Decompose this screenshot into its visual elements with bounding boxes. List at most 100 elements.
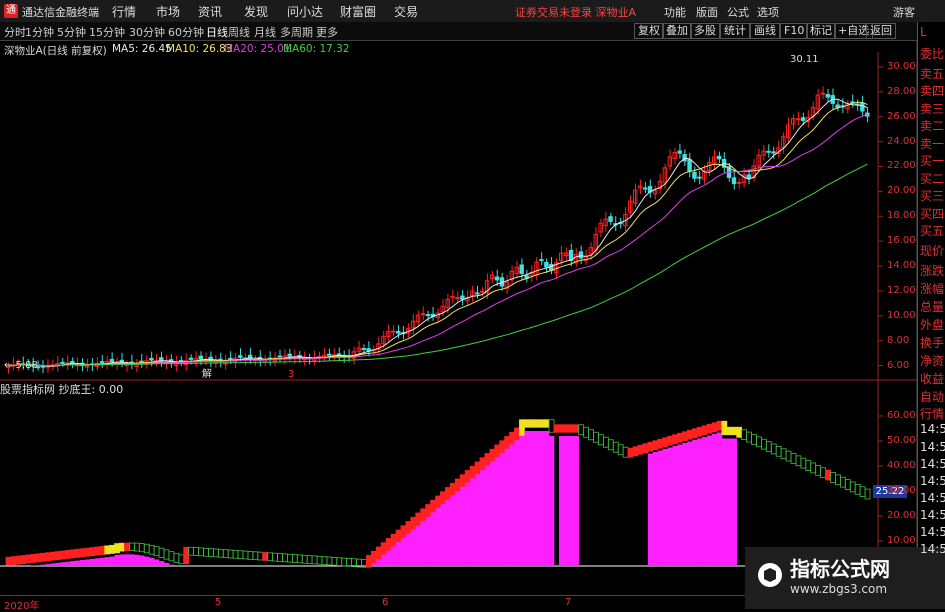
indicator-up-block — [416, 513, 421, 525]
indicator-fill — [100, 558, 105, 566]
quote-item: 外盘 — [920, 316, 945, 333]
right-menu-item[interactable]: 选项 — [757, 4, 779, 20]
quote-item: 买一 — [920, 152, 945, 169]
chart-marker: 3 — [288, 369, 294, 380]
toolbar-button[interactable]: 叠加 — [662, 23, 692, 39]
indicator-up-block — [85, 548, 90, 556]
indicator-up-block — [60, 551, 65, 559]
indicator-fill — [80, 560, 85, 566]
period-tab[interactable]: 日线 — [206, 24, 228, 40]
menu-item[interactable]: 问小达 — [287, 3, 323, 20]
indicator-fill — [544, 431, 549, 566]
indicator-down-block — [164, 550, 169, 559]
quote-item: 涨跌 — [920, 262, 945, 279]
indicator-up-block — [120, 543, 125, 551]
indicator-up-block — [440, 492, 445, 504]
indicator-fill — [682, 443, 687, 566]
indicator-down-block — [737, 427, 742, 437]
indicator-up-block — [697, 427, 702, 436]
candle-down — [767, 151, 770, 152]
toolbar-button[interactable]: 统计 — [720, 23, 750, 39]
indicator-fill — [539, 431, 544, 566]
indicator-down-block — [317, 556, 322, 564]
ma-line-60 — [9, 164, 868, 366]
period-tab[interactable]: 周线 — [228, 24, 250, 40]
indicator-fill — [702, 437, 707, 566]
period-tab[interactable]: 15分钟 — [89, 24, 125, 40]
indicator-down-block — [282, 554, 287, 562]
indicator-up-block — [455, 479, 460, 491]
indicator-fill — [470, 478, 475, 567]
indicator-up-block — [564, 425, 569, 433]
period-tab[interactable]: 月线 — [254, 24, 276, 40]
toolbar-button[interactable]: 画线 — [750, 23, 780, 39]
indicator-up-block — [732, 427, 737, 435]
indicator-fill — [668, 448, 673, 567]
indicator-down-block — [208, 549, 213, 557]
quote-item: 买三 — [920, 187, 945, 204]
indicator-up-block — [544, 420, 549, 428]
indicator-down-block — [821, 468, 826, 478]
quote-time-item: 14:50 — [920, 508, 945, 522]
period-tab[interactable]: 分时 — [4, 24, 26, 40]
candle-up — [456, 298, 459, 299]
indicator-up-block — [677, 433, 682, 442]
indicator-up-block — [648, 442, 653, 451]
period-tab[interactable]: 更多 — [316, 24, 338, 40]
period-tab[interactable]: 多周期 — [280, 24, 313, 40]
toolbar-button[interactable]: F10 — [780, 23, 808, 39]
indicator-up-block — [500, 441, 505, 453]
menu-item[interactable]: 财富圈 — [340, 3, 376, 20]
indicator-fill — [465, 482, 470, 566]
toolbar-button[interactable]: 返回 — [866, 23, 896, 39]
indicator-down-block — [292, 555, 297, 563]
indicator-up-block — [515, 428, 520, 440]
indicator-down-block — [134, 543, 139, 551]
period-tab[interactable]: 30分钟 — [129, 24, 165, 40]
toolbar-button[interactable]: 标记 — [806, 23, 836, 39]
indicator-fill — [406, 533, 411, 566]
indicator-up-block — [633, 447, 638, 456]
quote-item: 换手 — [920, 334, 945, 351]
indicator-fill — [445, 499, 450, 566]
indicator-up-block — [569, 425, 574, 433]
candle-down — [100, 362, 103, 363]
menu-item[interactable]: 交易 — [394, 3, 418, 20]
candle-down — [110, 359, 113, 361]
watermark-logo-icon — [757, 562, 783, 588]
period-tab[interactable]: 5分钟 — [57, 24, 86, 40]
menu-item[interactable]: 资讯 — [198, 3, 222, 20]
toolbar-button[interactable]: 复权 — [634, 23, 664, 39]
period-tab[interactable]: 60分钟 — [168, 24, 204, 40]
indicator-fill — [391, 546, 396, 567]
indicator-up-block — [95, 547, 100, 555]
ma-label: MA5: 26.45 — [112, 43, 172, 55]
indicator-down-block — [253, 552, 258, 560]
menu-item[interactable]: 发现 — [244, 3, 268, 20]
indicator-up-block — [391, 534, 396, 546]
quote-item: 卖五 — [920, 65, 945, 82]
right-menu-item[interactable]: 功能 — [664, 4, 686, 20]
right-menu-item[interactable]: 公式 — [727, 4, 749, 20]
indicator-up-block — [559, 425, 564, 433]
menu-item[interactable]: 行情 — [112, 3, 136, 20]
indicator-down-block — [203, 548, 208, 556]
indicator-down-block — [322, 557, 327, 565]
candle-down — [327, 354, 330, 355]
right-menu-item[interactable]: 版面 — [696, 4, 718, 20]
chart-canvas[interactable]: 30.11← 5.88解3 — [0, 0, 945, 609]
indicator-fill — [421, 520, 426, 566]
indicator-down-block — [144, 544, 149, 553]
indicator-down-block — [811, 463, 816, 473]
indicator-down-block — [742, 430, 747, 440]
indicator-fill — [505, 448, 510, 566]
indicator-down-block — [623, 447, 628, 457]
candle-down — [717, 156, 720, 159]
indicator-down-block — [149, 545, 154, 554]
x-axis-label: 2020年 — [4, 597, 39, 612]
menu-item[interactable]: 市场 — [156, 3, 180, 20]
sub-y-tick-label: 60.00 — [887, 410, 916, 421]
toolbar-button[interactable]: 多股 — [690, 23, 720, 39]
period-tab[interactable]: 1分钟 — [25, 24, 54, 40]
indicator-down-block — [307, 556, 312, 564]
